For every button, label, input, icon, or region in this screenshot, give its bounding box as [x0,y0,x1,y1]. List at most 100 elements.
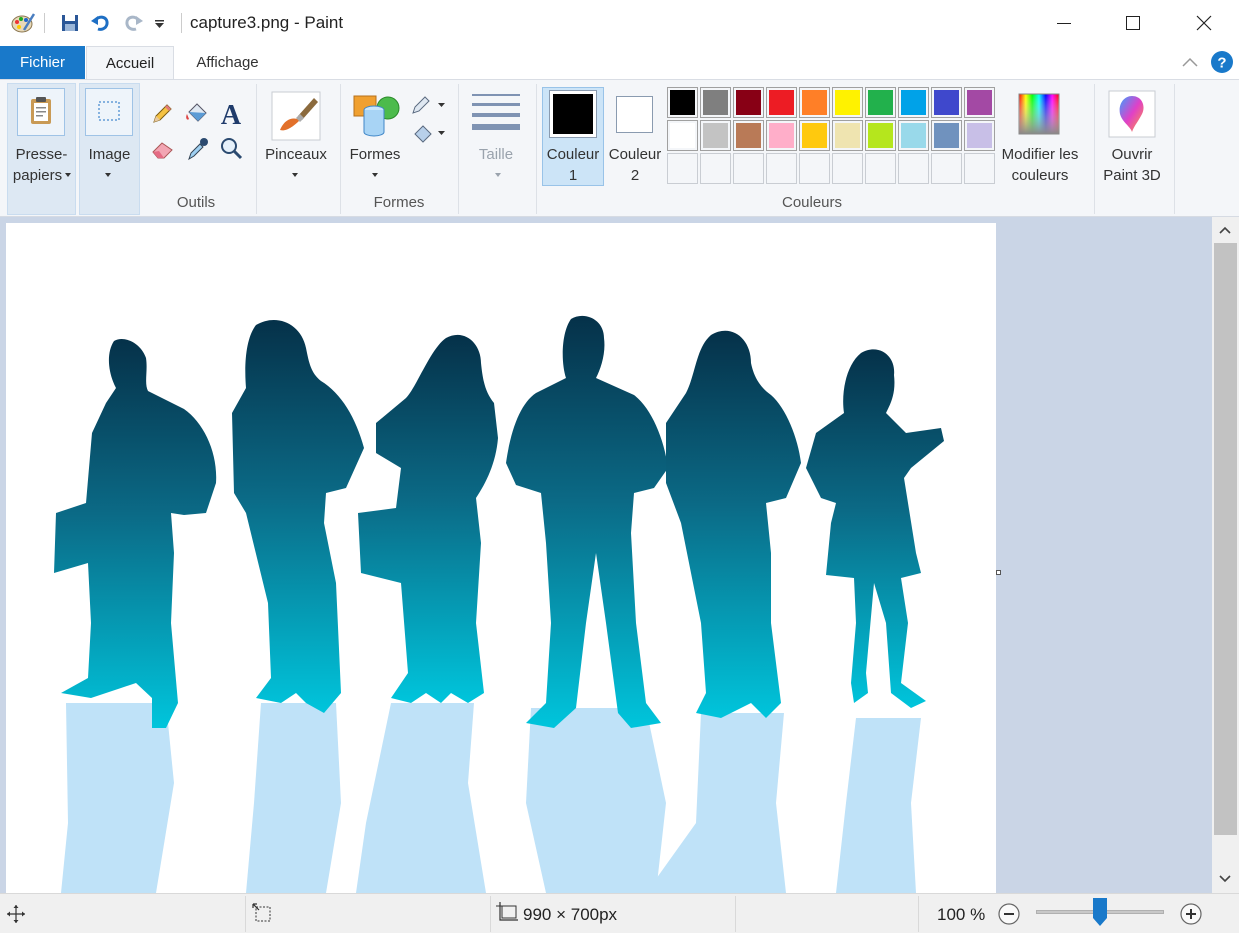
color-picker-icon[interactable] [186,136,210,162]
zoom-in-icon[interactable] [1179,902,1203,926]
swatch-color [901,123,926,148]
palette-swatch[interactable] [733,153,764,184]
shapes-button[interactable] [350,90,402,142]
window-title: capture3.png - Paint [190,13,344,32]
image-size-text: 990 × 700px [523,905,618,924]
palette-swatch[interactable] [799,153,830,184]
palette-swatch[interactable] [964,120,995,151]
collapse-ribbon-icon[interactable] [1181,56,1199,68]
shapes-dropdown-icon [372,173,378,177]
close-button[interactable] [1181,0,1227,46]
group-separator [256,84,257,214]
palette-swatch[interactable] [931,87,962,118]
scroll-up-icon[interactable] [1219,226,1231,234]
palette-swatch[interactable] [832,87,863,118]
paint3d-icon [1108,90,1156,138]
clipboard-dropdown-icon [65,173,71,177]
palette-swatch[interactable] [865,120,896,151]
scroll-down-icon[interactable] [1219,875,1231,883]
redo-icon[interactable] [122,12,144,34]
customize-dropdown-icon[interactable] [154,19,166,29]
swatch-color [769,123,794,148]
status-separator [735,896,736,932]
palette-swatch[interactable] [766,153,797,184]
magnifier-icon[interactable] [219,136,243,162]
image-size-icon [496,902,518,921]
fill-bucket-icon[interactable] [184,102,210,126]
tab-home[interactable]: Accueil [86,46,174,80]
palette-swatch[interactable] [766,87,797,118]
minimize-button[interactable] [1041,0,1087,46]
palette-swatch[interactable] [898,153,929,184]
palette-swatch[interactable] [832,120,863,151]
fill-shape-icon[interactable] [411,122,447,146]
clipboard-icon [31,97,51,124]
scroll-thumb[interactable] [1214,243,1237,835]
color2-swatch [619,99,650,130]
palette-swatch[interactable] [898,87,929,118]
palette-swatch[interactable] [700,153,731,184]
zoom-slider-thumb[interactable] [1092,897,1108,927]
color1-label-2: 1 [568,167,578,184]
maximize-icon [1126,16,1140,30]
palette-swatch[interactable] [964,87,995,118]
svg-text:A: A [221,100,242,128]
outline-icon[interactable] [411,94,447,116]
palette-swatch[interactable] [799,120,830,151]
group-separator [1094,84,1095,214]
palette-swatch[interactable] [733,120,764,151]
palette-swatch[interactable] [667,87,698,118]
palette-swatch[interactable] [832,153,863,184]
swatch-color [835,90,860,115]
swatch-color [703,90,728,115]
select-icon [98,101,120,121]
palette-swatch[interactable] [667,153,698,184]
group-separator [458,84,459,214]
tab-file[interactable]: Fichier [0,46,85,79]
palette-swatch[interactable] [799,87,830,118]
tab-view[interactable]: Affichage [180,46,275,79]
eraser-icon[interactable] [150,137,176,161]
edit-colors-button[interactable] [1017,92,1061,136]
palette-swatch[interactable] [898,120,929,151]
palette-swatch[interactable] [931,153,962,184]
save-icon[interactable] [60,13,80,33]
vertical-scrollbar[interactable] [1212,217,1239,893]
size-button[interactable] [472,92,520,136]
color1-frame [549,90,597,138]
clipboard-label-1: Presse- [15,146,68,163]
paint3d-label-2: Paint 3D [1103,167,1161,184]
drawing-canvas[interactable] [6,223,996,893]
resize-handle-right[interactable] [996,570,1001,575]
shapes-group-label: Formes [373,194,425,211]
canvas-workspace [0,217,1212,893]
maximize-button[interactable] [1110,0,1156,46]
palette-swatch[interactable] [700,87,731,118]
palette-swatch[interactable] [667,120,698,151]
color-palette [667,87,997,187]
tools-group-label: Outils [176,194,216,211]
cursor-position-icon [7,905,25,923]
palette-swatch[interactable] [865,153,896,184]
minimize-icon [1057,23,1071,24]
palette-swatch[interactable] [964,153,995,184]
palette-swatch[interactable] [700,120,731,151]
palette-swatch[interactable] [733,87,764,118]
ribbon-tabs: Fichier Accueil Affichage ? [0,46,1239,80]
undo-icon[interactable] [90,12,112,34]
swatch-color [736,90,761,115]
palette-swatch[interactable] [766,120,797,151]
palette-swatch[interactable] [931,120,962,151]
pencil-icon[interactable] [150,102,174,126]
color2-frame [616,96,653,133]
palette-swatch[interactable] [865,87,896,118]
size-dropdown-icon [495,173,501,177]
paint3d-button[interactable] [1108,90,1156,138]
brushes-button[interactable] [270,90,322,142]
text-icon[interactable]: A [218,100,244,128]
zoom-out-icon[interactable] [997,902,1021,926]
help-icon[interactable]: ? [1210,50,1234,74]
swatch-color [670,90,695,115]
color-spectrum-icon [1018,93,1060,135]
paint-app-icon[interactable] [10,10,36,36]
